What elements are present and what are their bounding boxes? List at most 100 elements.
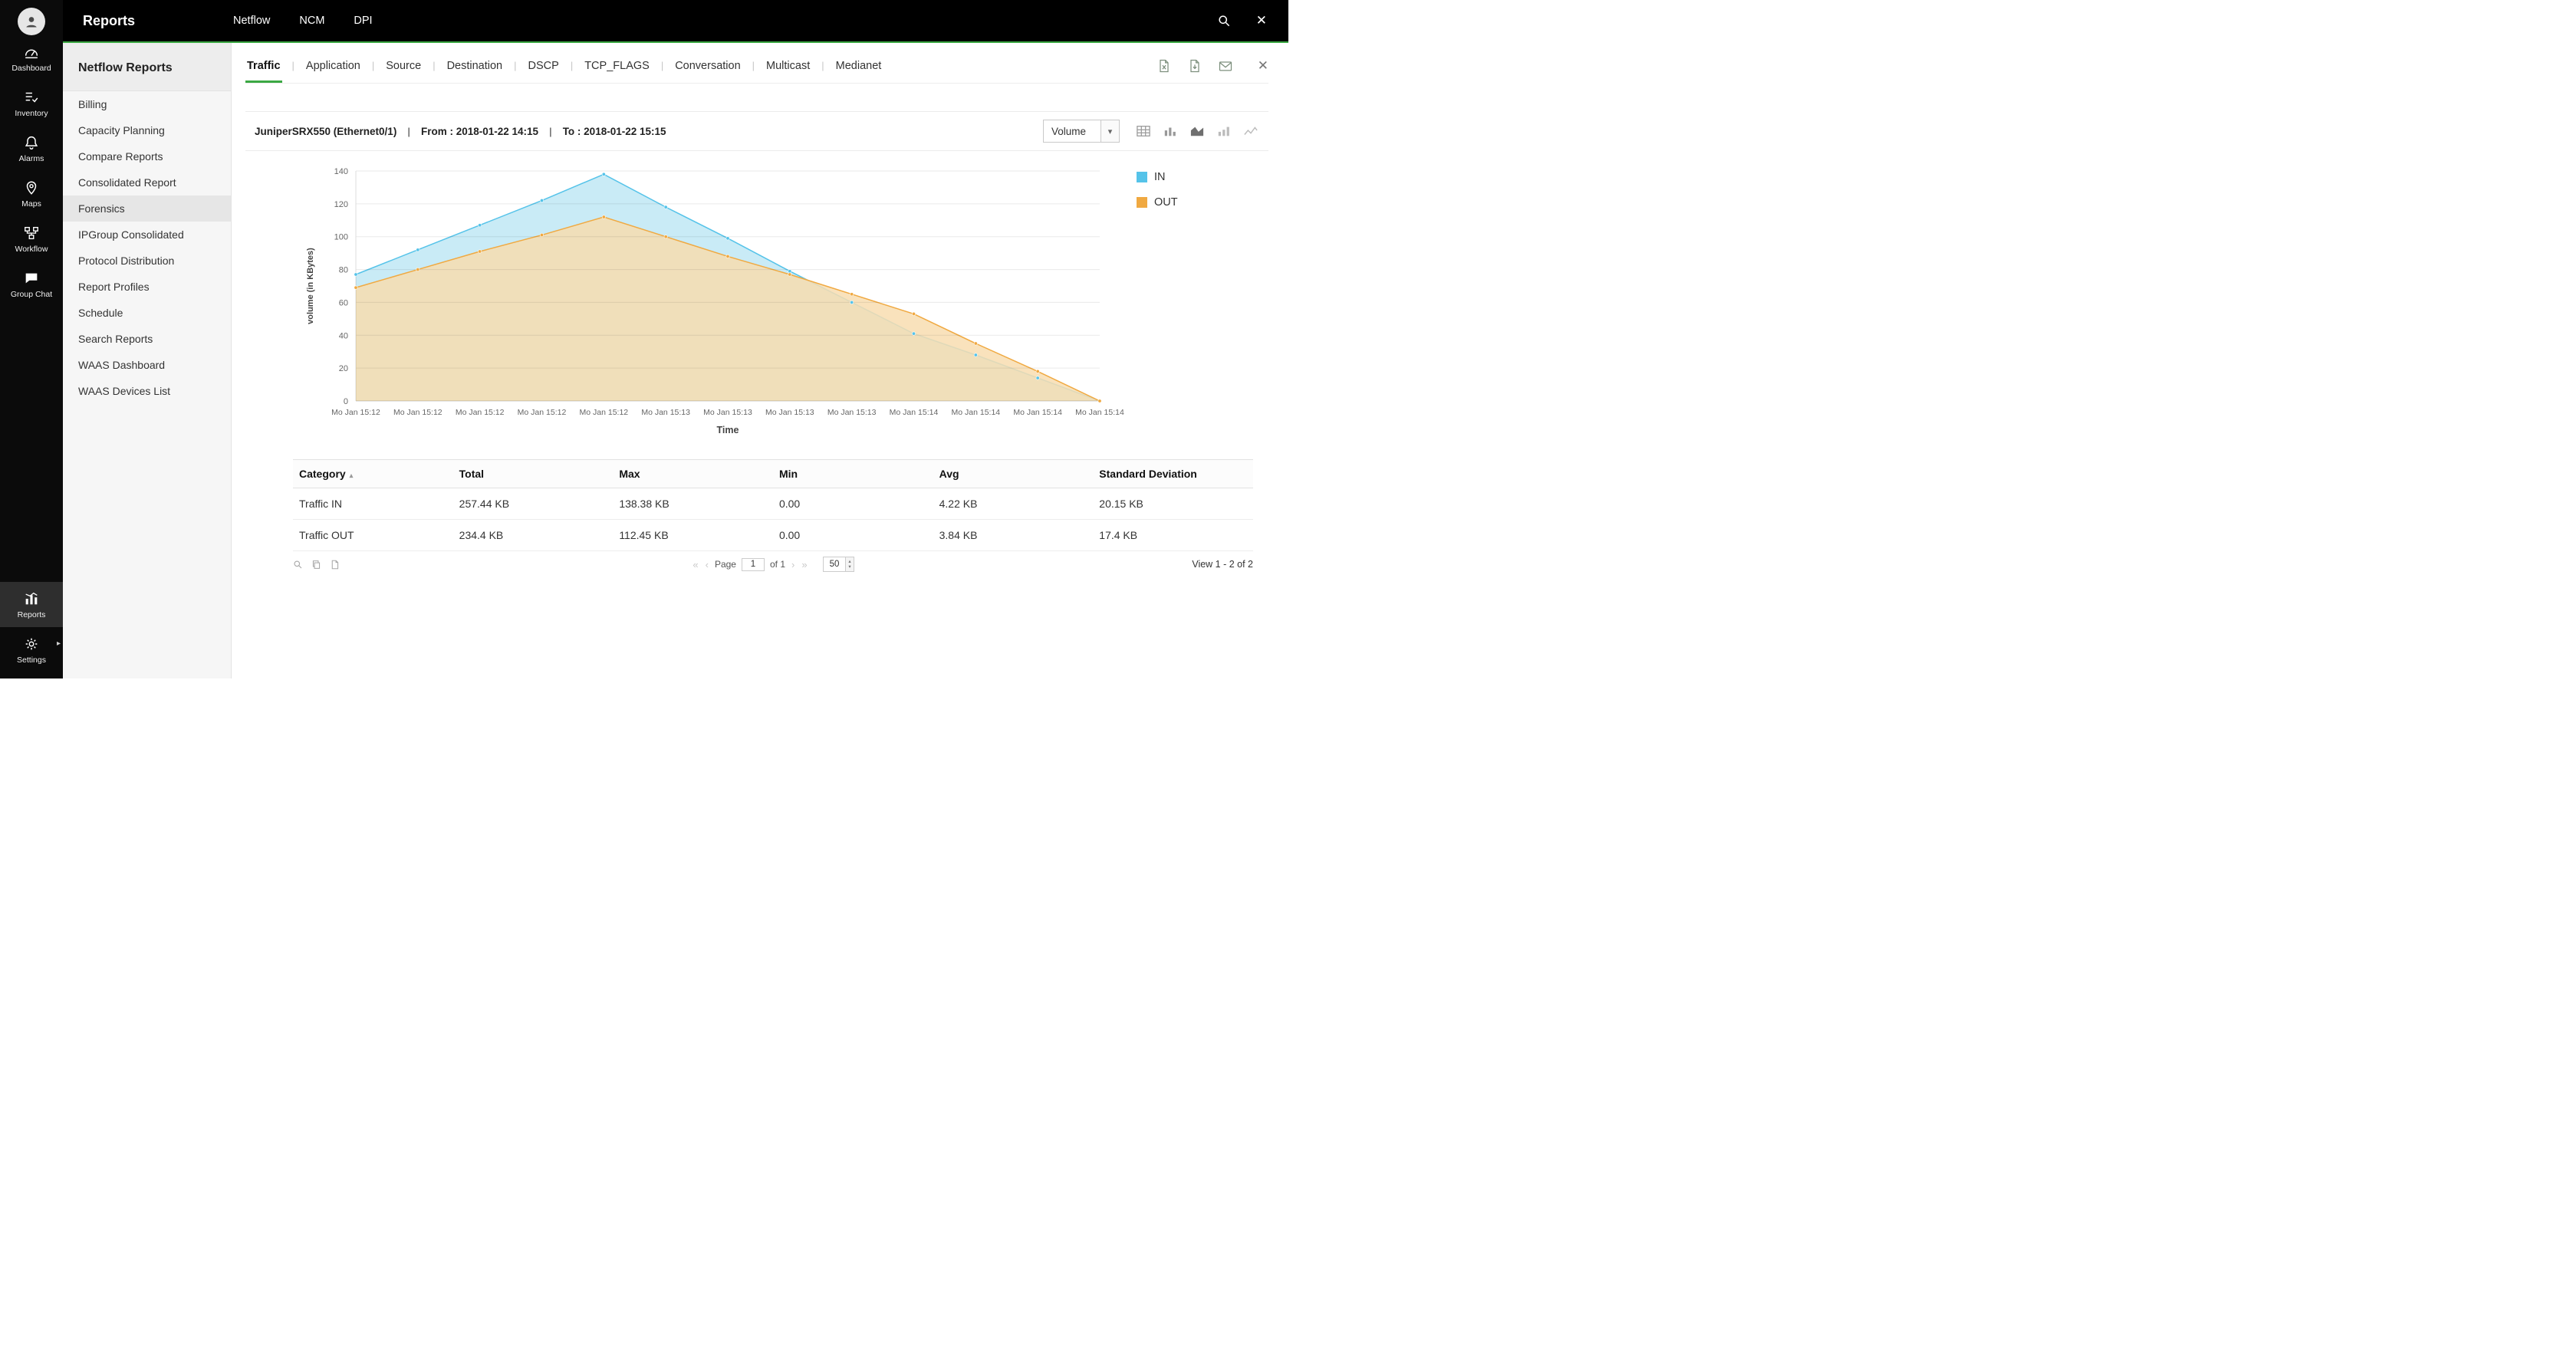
x-tick-label: Mo Jan 15:14 [890, 408, 939, 417]
data-point-out [1098, 399, 1101, 402]
report-main: Traffic | Application | Source | Destination | D… [232, 43, 1288, 678]
chevron-down-icon: ▾ [1100, 120, 1119, 142]
settings-expand-icon[interactable]: ▸ [57, 639, 61, 648]
column-header-min[interactable]: Min [773, 460, 933, 488]
table-view-icon[interactable] [1135, 124, 1152, 138]
nav-ncm[interactable]: NCM [299, 15, 324, 27]
export-pdf-icon[interactable] [1187, 58, 1202, 74]
sidebar-item-group-chat[interactable]: Group Chat [0, 261, 63, 307]
sidebar-item-label: Inventory [15, 109, 48, 118]
data-point-out [726, 255, 729, 258]
panel-item-waas-dashboard[interactable]: WAAS Dashboard [63, 352, 231, 378]
right-column: Reports NetflowNCMDPI ✕ Netflow Reports … [63, 0, 1288, 678]
volume-select[interactable]: Volume ▾ [1043, 120, 1120, 143]
column-header-standard-deviation[interactable]: Standard Deviation [1093, 460, 1253, 488]
tab-dscp[interactable]: DSCP [527, 60, 561, 83]
close-report-icon[interactable]: ✕ [1258, 58, 1268, 74]
sort-asc-icon[interactable]: ▴ [350, 472, 354, 479]
copy-icon[interactable] [311, 560, 321, 570]
search-icon[interactable] [1216, 13, 1232, 28]
panel-item-forensics[interactable]: Forensics [63, 196, 231, 222]
tab-separator: | [821, 60, 824, 82]
sidebar-item-inventory[interactable]: Inventory [0, 80, 63, 126]
y-tick-label: 80 [339, 266, 348, 275]
panel-item-consolidated-report[interactable]: Consolidated Report [63, 169, 231, 196]
zoom-icon[interactable] [293, 560, 303, 570]
panel-item-report-profiles[interactable]: Report Profiles [63, 274, 231, 300]
stepper-icon: ▴▾ [845, 557, 853, 571]
nav-netflow[interactable]: Netflow [233, 15, 270, 27]
tab-source[interactable]: Source [384, 60, 423, 83]
avatar[interactable] [18, 8, 45, 35]
sidebar-item-workflow[interactable]: Workflow [0, 216, 63, 261]
data-point-out [912, 312, 915, 315]
workflow-icon [23, 225, 40, 242]
tab-separator: | [571, 60, 573, 82]
panel-item-capacity-planning[interactable]: Capacity Planning [63, 117, 231, 143]
tab-separator: | [752, 60, 755, 82]
value-cell: 138.38 KB [613, 488, 773, 520]
dashboard-icon [23, 44, 40, 61]
sidebar-item-label: Settings [17, 656, 46, 665]
sidebar-item-maps[interactable]: Maps [0, 171, 63, 216]
tab-application[interactable]: Application [304, 60, 362, 83]
sidebar-item-settings[interactable]: Settings ▸ [0, 627, 63, 672]
data-point-in [540, 199, 543, 202]
area-chart: 020406080100120140Mo Jan 15:12Mo Jan 15:… [291, 159, 1120, 447]
column-header-total[interactable]: Total [453, 460, 614, 488]
device-label: JuniperSRX550 (Ethernet0/1) [255, 126, 396, 137]
page-size-value: 50 [824, 560, 846, 569]
app-window: Dashboard Inventory AlarmsMapsWorkflowGrou… [0, 0, 1288, 678]
stacked-chart-icon[interactable] [1216, 124, 1232, 138]
report-tabs-row: Traffic|Application|Source|Destination|D… [245, 43, 1268, 84]
table-row[interactable]: Traffic IN257.44 KB138.38 KB0.004.22 KB2… [293, 488, 1253, 520]
legend-item-in[interactable]: IN [1137, 171, 1178, 183]
prev-page-button[interactable]: ‹ [705, 559, 709, 570]
column-header-avg[interactable]: Avg [933, 460, 1094, 488]
page-input[interactable] [742, 558, 765, 571]
info-separator: | [549, 126, 552, 137]
area-chart-icon[interactable] [1189, 124, 1206, 138]
bar-chart-icon[interactable] [1162, 124, 1179, 138]
tab-conversation[interactable]: Conversation [673, 60, 742, 83]
panel-item-billing[interactable]: Billing [63, 91, 231, 117]
table-row[interactable]: Traffic OUT234.4 KB112.45 KB0.003.84 KB1… [293, 520, 1253, 551]
export-file-icon[interactable] [330, 560, 340, 570]
column-header-category[interactable]: Category▴ [293, 460, 453, 488]
tab-medianet[interactable]: Medianet [834, 60, 883, 83]
sidebar-item-reports[interactable]: Reports [0, 582, 63, 627]
panel-item-ipgroup-consolidated[interactable]: IPGroup Consolidated [63, 222, 231, 248]
data-point-in [478, 224, 481, 227]
data-point-out [788, 273, 791, 276]
x-tick-label: Mo Jan 15:12 [331, 408, 380, 417]
line-chart-icon[interactable] [1242, 124, 1259, 138]
x-tick-label: Mo Jan 15:14 [1075, 408, 1124, 417]
export-excel-icon[interactable] [1156, 58, 1172, 74]
data-point-in [912, 332, 915, 335]
panel-item-waas-devices-list[interactable]: WAAS Devices List [63, 378, 231, 404]
nav-dpi[interactable]: DPI [354, 15, 372, 27]
tab-multicast[interactable]: Multicast [765, 60, 811, 83]
first-page-button[interactable]: « [692, 559, 699, 570]
sidebar-item-alarms[interactable]: Alarms [0, 126, 63, 171]
legend-item-out[interactable]: OUT [1137, 196, 1178, 209]
sidebar-item-dashboard[interactable]: Dashboard [0, 35, 63, 80]
tab-destination[interactable]: Destination [446, 60, 505, 83]
tab-traffic[interactable]: Traffic [245, 60, 282, 83]
page-size-select[interactable]: 50 ▴▾ [823, 557, 854, 572]
panel-item-protocol-distribution[interactable]: Protocol Distribution [63, 248, 231, 274]
tab-tcp-flags[interactable]: TCP_FLAGS [583, 60, 651, 83]
value-cell: 20.15 KB [1093, 488, 1253, 520]
last-page-button[interactable]: » [801, 559, 808, 570]
panel-item-schedule[interactable]: Schedule [63, 300, 231, 326]
email-icon[interactable] [1218, 58, 1233, 74]
close-icon[interactable]: ✕ [1256, 13, 1267, 28]
column-header-max[interactable]: Max [613, 460, 773, 488]
content-row: Netflow Reports BillingCapacity Planning… [63, 43, 1288, 678]
next-page-button[interactable]: › [791, 559, 795, 570]
panel-item-search-reports[interactable]: Search Reports [63, 326, 231, 352]
settings-icon [23, 636, 40, 652]
panel-item-compare-reports[interactable]: Compare Reports [63, 143, 231, 169]
data-point-in [1036, 376, 1039, 380]
data-point-in [788, 270, 791, 273]
